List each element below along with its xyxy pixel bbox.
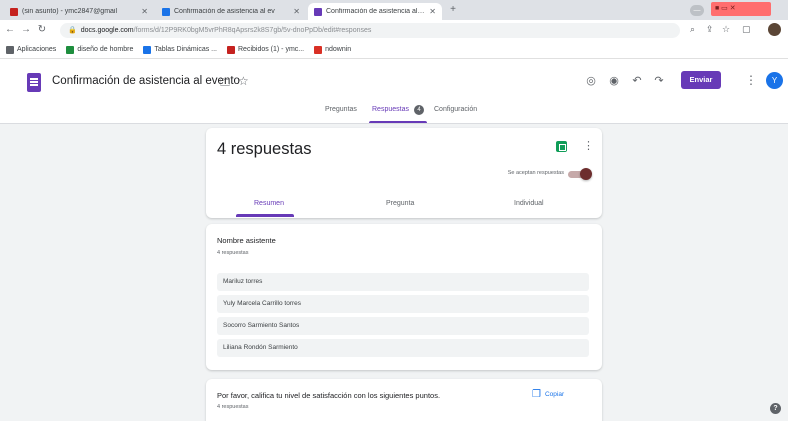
- forms-icon: [162, 7, 170, 16]
- tab-individual[interactable]: Individual: [514, 200, 544, 207]
- reload-icon[interactable]: ↻: [36, 24, 48, 36]
- copy-chart-button[interactable]: ❐ Copiar: [532, 389, 564, 400]
- drive-icon: [143, 45, 152, 54]
- send-button[interactable]: Enviar: [681, 71, 721, 89]
- close-icon[interactable]: ✕: [141, 7, 148, 16]
- gmail-icon: [227, 45, 235, 54]
- question-title: Nombre asistente: [217, 236, 276, 245]
- bookmark-ndownin[interactable]: ndownin: [314, 45, 351, 54]
- browser-toolbar: ← → ↻ 🔒 docs.google.com/forms/d/12P9RK0bg…: [0, 20, 788, 41]
- active-tab-indicator: [369, 121, 427, 123]
- responses-summary-card: 4 respuestas ⋮ Se aceptan respuestas Res…: [206, 128, 602, 218]
- tab-summary[interactable]: Resumen: [254, 200, 284, 207]
- share-icon[interactable]: ⇪: [706, 24, 714, 35]
- help-icon[interactable]: ?: [770, 403, 781, 414]
- list-item: Liliana Rondón Sarmiento: [217, 339, 589, 357]
- bookmark-tablas[interactable]: Tablas Dinámicas ...: [143, 45, 217, 54]
- forms-header: Confirmación de asistencia al evento 🗀 ☆…: [0, 59, 788, 124]
- active-tab-indicator: [236, 214, 294, 217]
- list-item: Yuly Marcela Carrillo torres: [217, 295, 589, 313]
- tab-settings[interactable]: Configuración: [434, 106, 477, 113]
- forms-logo-icon[interactable]: [27, 73, 41, 92]
- question-response-count: 4 respuestas: [217, 404, 249, 410]
- bookmark-recibidos[interactable]: Recibidos (1) - ymc...: [227, 45, 304, 54]
- forward-icon[interactable]: →: [20, 24, 32, 36]
- question-title: Por favor, califica tu nivel de satisfac…: [217, 391, 441, 400]
- gmail-icon: [10, 7, 18, 16]
- copy-icon: ❐: [532, 389, 541, 400]
- list-item: Socorro Sarmiento Santos: [217, 317, 589, 335]
- apps-grid-icon: [6, 45, 14, 54]
- bookmarks-bar: Aplicaciones diseño de hombre Tablas Din…: [0, 41, 788, 59]
- pin-icon: [314, 45, 323, 54]
- browser-tab-gmail[interactable]: (sin asunto) - ymc2847@gmail ✕: [4, 3, 154, 20]
- browser-tab-form-1[interactable]: Confirmación de asistencia al ev ✕: [156, 3, 306, 20]
- search-icon[interactable]: ⌕: [690, 24, 695, 35]
- bookmark-diseno[interactable]: diseño de hombre: [66, 45, 133, 54]
- drive-icon: [66, 45, 75, 54]
- tab-responses[interactable]: Respuestas: [372, 106, 409, 113]
- redo-icon[interactable]: ↷: [652, 74, 666, 88]
- tab-questions[interactable]: Preguntas: [325, 106, 357, 113]
- form-tabs: Preguntas Respuestas 4 Configuración: [0, 102, 788, 124]
- window-minimize-icon[interactable]: —: [690, 5, 704, 16]
- palette-icon[interactable]: ◎: [584, 74, 598, 88]
- form-title[interactable]: Confirmación de asistencia al evento: [52, 75, 240, 87]
- responses-count: 4 respuestas: [217, 140, 312, 158]
- tab-question[interactable]: Pregunta: [386, 200, 414, 207]
- sheets-icon[interactable]: [556, 141, 567, 152]
- undo-icon[interactable]: ↶: [630, 74, 644, 88]
- list-item: Mariluz torres: [217, 273, 589, 291]
- browser-tab-form-active[interactable]: Confirmación de asistencia al ev ✕: [308, 3, 442, 20]
- question-card-satisfaction: Por favor, califica tu nivel de satisfac…: [206, 379, 602, 421]
- question-response-count: 4 respuestas: [217, 250, 249, 256]
- new-tab-button[interactable]: +: [446, 4, 460, 16]
- star-icon[interactable]: ☆: [238, 74, 249, 88]
- bookmark-star-icon[interactable]: ☆: [722, 24, 730, 35]
- toggle-knob[interactable]: [580, 168, 592, 180]
- window-profile-badge[interactable]: ■ ▭ ✕: [711, 2, 771, 16]
- folder-icon[interactable]: 🗀: [220, 76, 230, 93]
- extensions-icon[interactable]: ▢: [742, 24, 751, 35]
- bookmark-apps[interactable]: Aplicaciones: [6, 45, 56, 54]
- question-card-names: Nombre asistente 4 respuestas Mariluz to…: [206, 224, 602, 370]
- preview-eye-icon[interactable]: ◉: [607, 74, 621, 88]
- browser-profile-avatar[interactable]: [768, 23, 781, 36]
- account-avatar[interactable]: Y: [766, 72, 783, 89]
- responses-count-badge: 4: [414, 105, 424, 115]
- address-bar[interactable]: 🔒 docs.google.com/forms/d/12P9RK0bgM5vrPh…: [60, 23, 680, 38]
- more-vert-icon[interactable]: ⋮: [583, 139, 594, 152]
- close-icon[interactable]: ✕: [293, 7, 300, 16]
- lock-icon: 🔒: [68, 27, 77, 34]
- browser-tabstrip: (sin asunto) - ymc2847@gmail ✕ Confirmac…: [0, 0, 788, 20]
- back-icon[interactable]: ←: [4, 24, 16, 36]
- accepting-responses-label: Se aceptan respuestas: [507, 170, 564, 176]
- forms-icon: [314, 7, 322, 16]
- more-vert-icon[interactable]: ⋮: [745, 73, 757, 87]
- close-icon[interactable]: ✕: [429, 7, 436, 16]
